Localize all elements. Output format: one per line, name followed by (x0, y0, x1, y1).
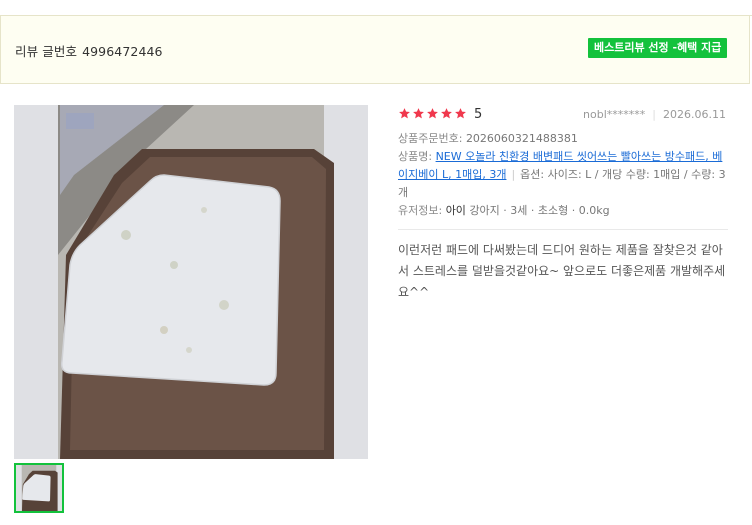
review-photo-image (14, 105, 368, 459)
pet-info-line: 유저정보: 아이 강아지 · 3세 · 초소형 · 0.0kg (398, 202, 728, 220)
review-number-label: 리뷰 글번호 (15, 44, 78, 59)
product-line: 상품명: NEW 오놀라 친환경 배변패드 씻어쓰는 빨아쓰는 방수패드, 베이… (398, 148, 728, 202)
order-number: 2026060321488381 (465, 132, 578, 145)
order-number-line: 상품주문번호: 2026060321488381 (398, 130, 728, 148)
pet-name: 아이 (445, 204, 466, 217)
star-rating (398, 107, 467, 120)
review-date: 2026.06.11 (663, 108, 726, 121)
star-icon (455, 108, 466, 119)
review-header: 리뷰 글번호 4996472446 베스트리뷰 선정 -혜택 지급 (0, 16, 750, 84)
thumbnail-image (16, 465, 62, 511)
pet-detail: 강아지 · 3세 · 초소형 · 0.0kg (469, 204, 610, 217)
product-label: 상품명: (398, 150, 433, 163)
rating-row: 5 nobl******* | 2026.06.11 (398, 105, 728, 125)
star-icon (427, 108, 438, 119)
review-body: 이런저런 패드에 다써봤는데 드디어 원하는 제품을 잘찾은것 같아서 스트레스… (398, 243, 726, 299)
author-date: nobl******* | 2026.06.11 (583, 108, 726, 121)
review-number: 4996472446 (82, 44, 163, 59)
review-photo[interactable] (14, 105, 368, 459)
top-strip (0, 0, 752, 16)
separator: | (511, 168, 516, 181)
review-number-line: 리뷰 글번호 4996472446 (15, 41, 163, 60)
order-number-label: 상품주문번호: (398, 132, 463, 145)
review-info: 5 nobl******* | 2026.06.11 상품주문번호: 20260… (398, 105, 728, 303)
star-icon (399, 108, 410, 119)
separator: | (652, 108, 657, 121)
rating-score: 5 (474, 107, 483, 122)
best-review-badge: 베스트리뷰 선정 -혜택 지급 (588, 38, 728, 58)
review-photo-thumbnail[interactable] (14, 463, 64, 513)
star-icon (413, 108, 424, 119)
divider (398, 229, 728, 230)
review-author: nobl******* (583, 108, 646, 121)
pet-info-label: 유저정보: (398, 204, 443, 217)
star-icon (441, 108, 452, 119)
